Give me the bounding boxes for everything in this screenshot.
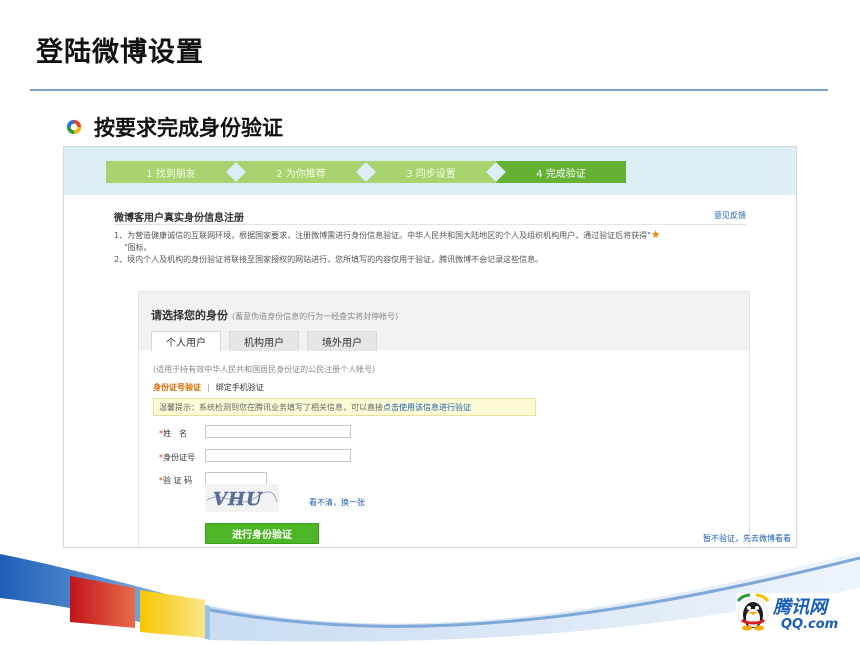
step-complete-verify: 4 完成验证 — [496, 161, 626, 183]
slide-title: 登陆微博设置 — [36, 37, 204, 68]
name-input[interactable] — [205, 425, 351, 438]
panel-header: 请选择您的身份 (蓄意伪造身份信息的行为一经查实将封停帐号) 个人用户 机构用户 … — [139, 292, 749, 351]
subtab-id-verify[interactable]: 身份证号验证 — [153, 383, 201, 392]
bullet-row: 按要求完成身份验证 — [66, 112, 283, 142]
logo-sub-text: QQ.com — [781, 617, 839, 632]
logo-main-text: 腾讯网 — [773, 597, 827, 618]
identity-tabs: 个人用户 机构用户 境外用户 — [151, 331, 385, 351]
skip-verification-link[interactable]: 暂不验证，先去微博看看 — [703, 533, 791, 544]
panel-title: 请选择您的身份 (蓄意伪造身份信息的行为一经查实将封停帐号) — [151, 309, 399, 322]
note-1: 1、为营造健康诚信的互联网环境，根据国家要求，注册微博需进行身份信息验证。中华人… — [114, 228, 661, 253]
applies-note: (适用于持有效中华人民共和国居民身份证的公民注册个人帐号) — [153, 365, 376, 374]
section-title: 微博客用户真实身份信息注册 — [114, 213, 244, 224]
captcha-label: *验 证 码 — [159, 476, 193, 485]
identity-panel: 请选择您的身份 (蓄意伪造身份信息的行为一经查实将封停帐号) 个人用户 机构用户 … — [138, 291, 791, 547]
title-divider — [30, 89, 828, 91]
id-number-input[interactable] — [205, 449, 351, 462]
bullet-icon — [66, 119, 82, 135]
verify-identity-button[interactable]: 进行身份验证 — [205, 523, 319, 544]
step-find-friends: 1 找到朋友 — [106, 161, 236, 183]
step-sync-settings: 3 同步设置 — [366, 161, 496, 183]
verified-star-icon: ★ — [650, 228, 661, 241]
captcha-image: VHU — [205, 484, 279, 512]
verify-method-tabs: 身份证号验证 | 绑定手机验证 — [153, 382, 264, 393]
section-divider — [114, 224, 746, 225]
name-label: *姓 名 — [159, 429, 187, 438]
tip-box: 温馨提示：系统检测到您在腾讯业务填写了相关信息，可以直接 点击使用该信息进行验证 — [153, 398, 536, 416]
panel-title-note: (蓄意伪造身份信息的行为一经查实将封停帐号) — [232, 312, 399, 321]
steps-band: 1 找到朋友 2 为你推荐 3 同步设置 4 完成验证 — [64, 147, 796, 195]
step-progress: 1 找到朋友 2 为你推荐 3 同步设置 4 完成验证 — [106, 161, 626, 183]
tab-overseas[interactable]: 境外用户 — [307, 331, 377, 351]
note-2: 2、境内个人及机构的身份验证将联接至国家授权的网站进行，您所填写的内容仅用于验证… — [114, 255, 544, 264]
tab-organization[interactable]: 机构用户 — [229, 331, 299, 351]
screenshot-frame: 1 找到朋友 2 为你推荐 3 同步设置 4 完成验证 微博客用户真实身份信息注… — [63, 146, 797, 548]
notes: 1、为营造健康诚信的互联网环境，根据国家要求，注册微博需进行身份信息验证。中华人… — [114, 229, 754, 266]
step-recommend: 2 为你推荐 — [236, 161, 366, 183]
subtab-phone-verify[interactable]: 绑定手机验证 — [216, 383, 264, 392]
refresh-captcha-link[interactable]: 看不清，换一张 — [309, 497, 365, 508]
subtab-separator: | — [207, 383, 210, 392]
id-number-label: *身份证号 — [159, 453, 195, 462]
decorative-ribbon — [0, 552, 860, 642]
use-info-link[interactable]: 点击使用该信息进行验证 — [383, 402, 471, 413]
captcha-text: VHU — [213, 489, 263, 510]
bullet-text: 按要求完成身份验证 — [94, 116, 283, 140]
feedback-link[interactable]: 意见反馈 — [714, 210, 746, 221]
tab-personal[interactable]: 个人用户 — [151, 331, 221, 351]
